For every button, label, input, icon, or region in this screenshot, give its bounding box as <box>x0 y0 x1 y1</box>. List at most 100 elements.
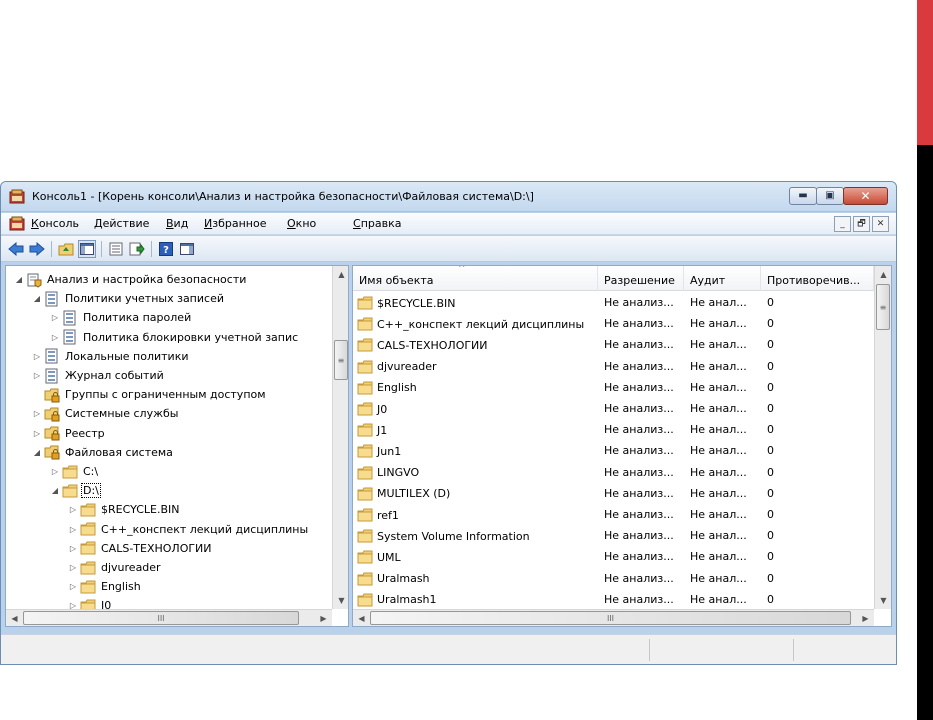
list-item[interactable]: Jun1 Не анализ... Не анал... 0 <box>353 441 874 462</box>
tree-vertical-scrollbar[interactable]: ▲ ≡ ▼ <box>332 266 348 609</box>
audit-cell: Не анал... <box>690 423 747 437</box>
expand-triangle-icon[interactable]: ▷ <box>68 505 78 514</box>
minimize-button[interactable]: ▬ <box>789 187 817 205</box>
tree-item[interactable]: ▷ $RECYCLE.BIN <box>68 500 180 519</box>
expand-triangle-icon[interactable]: ▷ <box>32 409 42 418</box>
collapse-triangle-icon[interactable]: ◢ <box>32 448 42 457</box>
up-one-level-button[interactable] <box>57 240 75 258</box>
expand-triangle-icon[interactable]: ▷ <box>32 429 42 438</box>
expand-triangle-icon[interactable]: ▷ <box>68 563 78 572</box>
expand-triangle-icon[interactable]: ▷ <box>68 525 78 534</box>
conflicts-cell: 0 <box>767 529 774 543</box>
object-name: C++_конспект лекций дисциплины <box>377 317 585 331</box>
collapse-triangle-icon[interactable]: ◢ <box>32 294 42 303</box>
tree-item[interactable]: ▷ Локальные политики <box>32 347 190 366</box>
show-hide-tree-button[interactable] <box>78 240 96 258</box>
list-vscroll-thumb[interactable]: ≡ <box>876 284 890 330</box>
column-header-conflicts[interactable]: Противоречив... <box>761 266 874 291</box>
audit-cell: Не анал... <box>690 486 747 500</box>
object-name-cell: CALS-ТЕХНОЛОГИИ <box>357 338 597 352</box>
list-item[interactable]: CALS-ТЕХНОЛОГИИ Не анализ... Не анал... 0 <box>353 335 874 356</box>
tree-item[interactable]: ▷ djvureader <box>68 558 162 577</box>
list-vertical-scrollbar[interactable]: ▲ ≡ ▼ <box>874 266 891 609</box>
tree-item[interactable]: ◢ D:\ <box>50 481 101 500</box>
tree-item[interactable]: ▷ English <box>68 577 142 596</box>
tree-item[interactable]: ▷ Журнал событий <box>32 366 165 385</box>
menu-favorites[interactable]: Избранное <box>204 217 266 230</box>
tree-item-label: Политика блокировки учетной запис <box>83 330 299 344</box>
object-name: English <box>377 381 417 395</box>
svg-text:?: ? <box>163 245 169 256</box>
expand-triangle-icon[interactable]: ▷ <box>32 352 42 361</box>
tree-item[interactable]: ▷ C:\ <box>50 462 99 481</box>
list-item[interactable]: $RECYCLE.BIN Не анализ... Не анал... 0 <box>353 293 874 314</box>
scroll-up-arrow[interactable]: ▲ <box>875 266 891 283</box>
column-header-permission[interactable]: Разрешение <box>598 266 684 291</box>
expand-triangle-icon[interactable]: ▷ <box>50 313 60 322</box>
expand-triangle-icon[interactable]: ▷ <box>68 582 78 591</box>
list-item[interactable]: ref1 Не анализ... Не анал... 0 <box>353 505 874 526</box>
title-bar[interactable]: Консоль1 - [Корень консоли\Анализ и наст… <box>1 182 896 212</box>
menu-action[interactable]: Действие <box>94 217 149 230</box>
column-header-audit[interactable]: Аудит <box>684 266 761 291</box>
list-item[interactable]: J0 Не анализ... Не анал... 0 <box>353 399 874 420</box>
tree-hscroll-thumb[interactable]: III <box>23 611 299 625</box>
conflicts-cell: 0 <box>767 423 774 437</box>
tree-item[interactable]: ▷ CALS-ТЕХНОЛОГИИ <box>68 539 213 558</box>
mdi-close-button[interactable]: ✕ <box>872 216 889 232</box>
collapse-triangle-icon[interactable]: ◢ <box>50 486 60 495</box>
tree-item[interactable]: ▷ C++_конспект лекций дисциплины <box>68 520 309 539</box>
tree-item[interactable]: ▷ Реестр <box>32 424 106 443</box>
mdi-minimize-icon: _ <box>840 219 845 229</box>
close-button[interactable]: ✕ <box>843 187 888 205</box>
menu-console[interactable]: Консоль <box>31 217 79 230</box>
menu-window[interactable]: Окно <box>287 217 316 230</box>
maximize-button[interactable]: ▣ <box>816 187 844 205</box>
export-list-button[interactable] <box>128 240 146 258</box>
tree-item[interactable]: ▷ Системные службы <box>32 404 179 423</box>
tree-vscroll-thumb[interactable]: ≡ <box>334 340 348 380</box>
scroll-down-arrow[interactable]: ▼ <box>333 592 348 609</box>
scroll-left-arrow[interactable]: ◀ <box>6 610 23 626</box>
expand-triangle-icon[interactable]: ▷ <box>32 371 42 380</box>
tree-item[interactable]: ◢ Файловая система <box>32 443 174 462</box>
expand-triangle-icon[interactable]: ▷ <box>50 333 60 342</box>
scroll-down-arrow[interactable]: ▼ <box>875 592 891 609</box>
back-button[interactable] <box>7 240 25 258</box>
expand-triangle-icon[interactable]: ▷ <box>68 544 78 553</box>
mdi-minimize-button[interactable]: _ <box>834 216 851 232</box>
menu-help[interactable]: Справка <box>353 217 401 230</box>
list-item[interactable]: C++_конспект лекций дисциплины Не анализ.… <box>353 314 874 335</box>
action-pane-button[interactable] <box>178 240 196 258</box>
list-item[interactable]: MULTILEX (D) Не анализ... Не анал... 0 <box>353 484 874 505</box>
expand-triangle-icon[interactable]: ▷ <box>50 467 60 476</box>
list-horizontal-scrollbar[interactable]: ◀ III ▶ <box>353 609 874 626</box>
tree-item[interactable]: ▷ Политика блокировки учетной запис <box>50 328 299 347</box>
scroll-right-arrow[interactable]: ▶ <box>857 610 874 626</box>
properties-list-button[interactable] <box>107 240 125 258</box>
list-item[interactable]: UML Не анализ... Не анал... 0 <box>353 547 874 568</box>
forward-button[interactable] <box>28 240 46 258</box>
column-header-name[interactable]: Имя объекта ^ <box>353 266 598 291</box>
console-menu-icon[interactable] <box>9 216 25 232</box>
list-item[interactable]: Uralmash Не анализ... Не анал... 0 <box>353 569 874 590</box>
list-item[interactable]: Uralmash1 Не анализ... Не анал... 0 <box>353 590 874 611</box>
tree-item[interactable]: ◢ Политики учетных записей <box>32 289 225 308</box>
tree-item[interactable]: ▷ Политика паролей <box>50 308 192 327</box>
collapse-triangle-icon[interactable]: ◢ <box>14 275 24 284</box>
list-item[interactable]: English Не анализ... Не анал... 0 <box>353 378 874 399</box>
scroll-left-arrow[interactable]: ◀ <box>353 610 370 626</box>
list-hscroll-thumb[interactable]: III <box>370 611 851 625</box>
list-item[interactable]: LINGVO Не анализ... Не анал... 0 <box>353 463 874 484</box>
scroll-right-arrow[interactable]: ▶ <box>315 610 332 626</box>
list-item[interactable]: J1 Не анализ... Не анал... 0 <box>353 420 874 441</box>
mdi-restore-button[interactable]: 🗗 <box>853 216 870 232</box>
tree-horizontal-scrollbar[interactable]: ◀ III ▶ <box>6 609 332 626</box>
list-item[interactable]: djvureader Не анализ... Не анал... 0 <box>353 357 874 378</box>
help-button[interactable]: ? <box>157 240 175 258</box>
scroll-up-arrow[interactable]: ▲ <box>333 266 348 283</box>
tree-item[interactable]: Группы с ограниченным доступом <box>32 385 267 404</box>
tree-item[interactable]: ◢ Анализ и настройка безопасности <box>14 270 247 289</box>
menu-view[interactable]: Вид <box>166 217 188 230</box>
list-item[interactable]: System Volume Information Не анализ... Не … <box>353 526 874 547</box>
